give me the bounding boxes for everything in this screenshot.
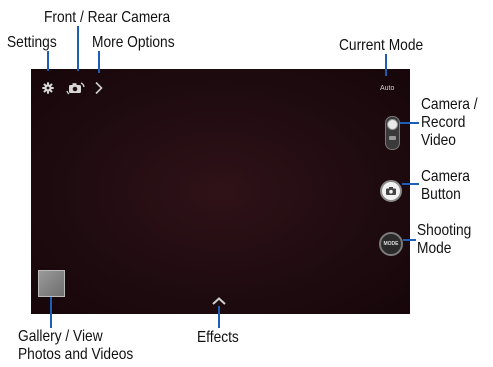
camera-icon: [386, 187, 396, 195]
gallery-label-1: Gallery / View: [18, 328, 103, 345]
current-mode-label: Current Mode: [339, 37, 424, 54]
settings-label: Settings: [7, 34, 57, 51]
camera-button-label-1: Camera: [421, 168, 470, 185]
camera-button[interactable]: [380, 180, 402, 202]
current-mode-indicator[interactable]: Auto: [380, 85, 394, 92]
camera-knob: [387, 119, 398, 130]
camera-viewfinder[interactable]: [31, 69, 410, 314]
gear-icon[interactable]: [42, 82, 54, 94]
more-options-label: More Options: [92, 34, 175, 51]
video-icon: [389, 136, 396, 140]
camera-video-switch[interactable]: [385, 116, 400, 150]
front-rear-camera-line: [77, 26, 79, 71]
gallery-line: [50, 297, 52, 328]
gallery-thumbnail[interactable]: [38, 270, 65, 297]
shooting-mode-label-1: Shooting: [417, 222, 472, 239]
chevron-right-icon[interactable]: [94, 81, 104, 95]
camera-button-line: [402, 183, 419, 185]
shooting-mode-button[interactable]: MODE: [379, 232, 403, 256]
gallery-label-2: Photos and Videos: [18, 346, 134, 363]
camera-record-video-label-2: Record: [421, 114, 466, 131]
settings-line: [47, 51, 49, 71]
more-options-line: [98, 51, 100, 73]
switch-camera-icon[interactable]: [66, 80, 86, 96]
camera-button-label-2: Button: [421, 186, 461, 203]
current-mode-line: [385, 54, 387, 76]
camera-record-video-label-3: Video: [421, 132, 456, 149]
front-rear-camera-label: Front / Rear Camera: [44, 9, 171, 26]
shooting-mode-label-2: Mode: [417, 240, 452, 257]
chevron-up-icon[interactable]: [211, 296, 227, 306]
effects-line: [218, 306, 220, 328]
camera-record-video-label-1: Camera /: [421, 96, 478, 113]
shooting-mode-line: [403, 239, 416, 241]
effects-label: Effects: [197, 329, 239, 346]
camera-record-video-line: [399, 122, 419, 124]
